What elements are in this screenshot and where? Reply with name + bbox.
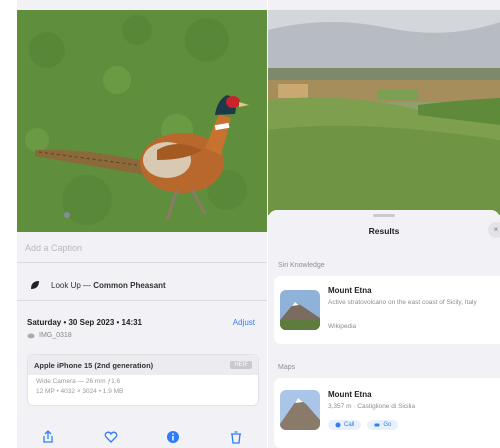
knowledge-description: Active stratovolcano on the east coast o… xyxy=(328,299,477,306)
device-info-card: Apple iPhone 15 (2nd generation) HEIF Wi… xyxy=(27,354,259,406)
pheasant-photo[interactable] xyxy=(17,10,267,232)
cloud-icon xyxy=(27,333,35,339)
filename-text: IMG_0318 xyxy=(39,331,72,339)
info-icon[interactable] xyxy=(165,429,181,445)
results-sheet: Results × Siri Knowledge Mount Etna Acti… xyxy=(268,210,500,448)
leaf-icon xyxy=(31,281,39,289)
format-badge: HEIF xyxy=(230,361,252,369)
maps-title: Mount Etna xyxy=(328,390,372,399)
specs-line: 12 MP • 4032 × 3024 • 1.9 MB xyxy=(36,388,124,395)
call-button[interactable]: Call xyxy=(328,420,362,430)
filename-row: IMG_0318 xyxy=(27,331,72,339)
directions-button[interactable]: Go xyxy=(367,420,399,430)
section-maps: Maps xyxy=(278,364,296,371)
visual-lookup-panel: Results × Siri Knowledge Mount Etna Acti… xyxy=(268,0,500,448)
date-text: Saturday • 30 Sep 2023 • 14:31 xyxy=(27,318,142,327)
etna-map-thumbnail xyxy=(280,390,320,430)
bottom-toolbar xyxy=(17,425,267,448)
knowledge-source: Wikipedia xyxy=(328,323,357,330)
lens-line: Wide Camera — 26 mm ƒ1.6 xyxy=(36,378,121,385)
directions-label: Go xyxy=(383,422,392,428)
phone-icon xyxy=(335,422,341,428)
divider xyxy=(17,262,267,263)
section-siri-knowledge: Siri Knowledge xyxy=(278,262,325,269)
knowledge-title: Mount Etna xyxy=(328,286,372,295)
device-name: Apple iPhone 15 (2nd generation) xyxy=(34,360,154,370)
car-icon xyxy=(374,423,380,427)
landscape-photo[interactable] xyxy=(268,10,500,215)
lookup-label: Look Up xyxy=(51,280,81,290)
photo-info-panel: Add a Caption Look Up — Common Pheasant … xyxy=(17,0,267,448)
sheet-title: Results xyxy=(368,226,400,236)
caption-input[interactable]: Add a Caption xyxy=(25,243,82,253)
close-icon[interactable]: × xyxy=(488,222,500,238)
maps-result-card[interactable]: Mount Etna 3,357 m · Castiglione di Sici… xyxy=(274,378,500,448)
trash-icon[interactable] xyxy=(228,429,244,445)
sheet-grabber[interactable] xyxy=(373,214,395,217)
adjust-button[interactable]: Adjust xyxy=(233,318,255,327)
divider xyxy=(17,300,267,301)
knowledge-result-card[interactable]: Mount Etna Active stratovolcano on the e… xyxy=(274,276,500,344)
maps-subtitle: 3,357 m · Castiglione di Sicilia xyxy=(328,403,416,410)
lookup-subject: Common Pheasant xyxy=(93,280,166,290)
visual-lookup-row[interactable]: Look Up — Common Pheasant xyxy=(29,279,166,291)
share-icon[interactable] xyxy=(40,429,56,445)
call-label: Call xyxy=(344,422,355,428)
heart-icon[interactable] xyxy=(103,429,119,445)
etna-thumbnail xyxy=(280,290,320,330)
